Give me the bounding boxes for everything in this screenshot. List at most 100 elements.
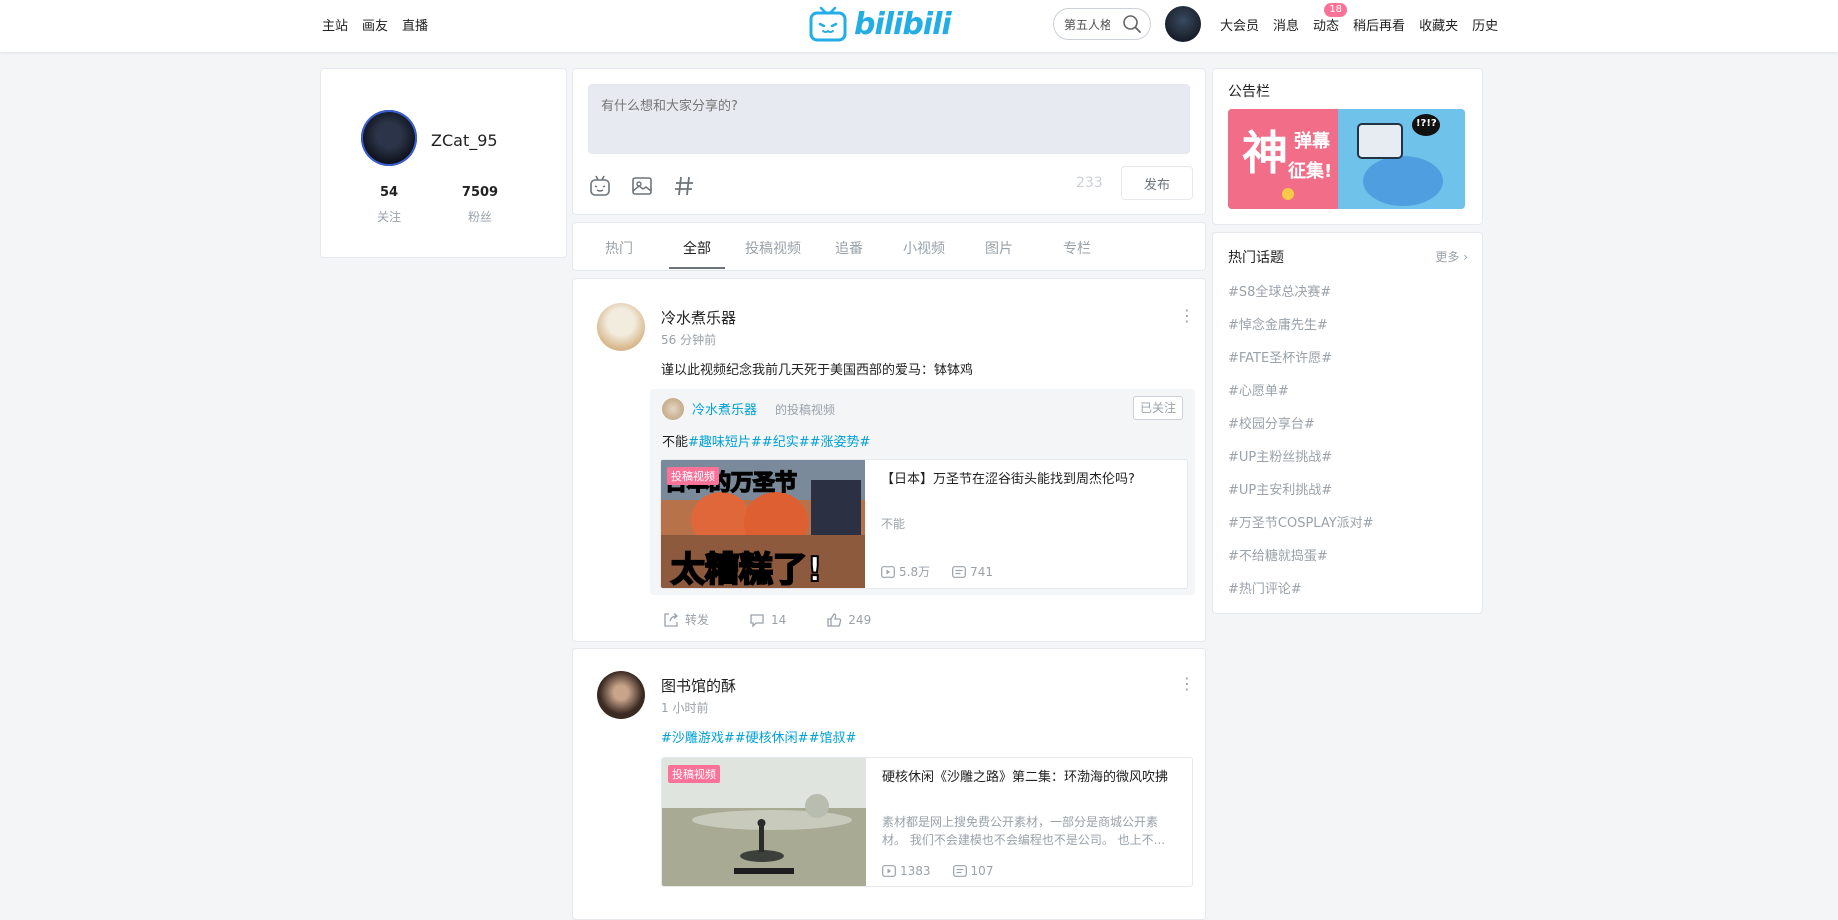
nav-drawing-link[interactable]: 画友 xyxy=(362,15,388,34)
top-nav-bar: 主站 画友 直播 bilibili 大会员 消息 动态 18 稍后再看 收藏夹 历… xyxy=(0,0,1838,52)
tab-all[interactable]: 全部 xyxy=(683,238,711,258)
tab-bangumi[interactable]: 追番 xyxy=(835,238,863,258)
video-title[interactable]: 硬核休闲《沙雕之路》第二集：环渤海的微风吹拂 xyxy=(882,768,1172,788)
logo-wordmark: bilibili xyxy=(854,6,952,42)
hot-topics-more-link[interactable]: 更多 › xyxy=(1435,248,1468,265)
play-count-icon xyxy=(882,865,896,877)
video-description: 不能 xyxy=(881,517,906,531)
like-button[interactable]: 249 xyxy=(826,611,871,628)
repost-tags[interactable]: #趣味短片##纪实##涨姿势# xyxy=(688,435,870,450)
post-author-name[interactable]: 冷水煮乐器 xyxy=(661,307,736,328)
profile-avatar[interactable] xyxy=(361,110,417,166)
follow-status-button[interactable]: 已关注 xyxy=(1132,396,1183,420)
messages-link[interactable]: 消息 xyxy=(1273,15,1299,34)
video-danmaku: 107 xyxy=(952,864,994,878)
post-tags[interactable]: #沙雕游戏##硬核休闲##馆叔# xyxy=(661,727,856,746)
video-card[interactable]: 日本的万圣节 太糟糕了! 投稿视频 【日本】万圣节在涩谷街头能找到周杰伦吗? 不… xyxy=(660,459,1188,589)
thumb-caption-bottom-3: 了! xyxy=(772,549,823,588)
followers-label: 粉丝 xyxy=(467,210,492,224)
repost-author-avatar[interactable] xyxy=(662,398,684,420)
tab-articles[interactable]: 专栏 xyxy=(1063,238,1091,258)
video-thumbnail[interactable]: 投稿视频 xyxy=(662,758,866,886)
topic-hashtag-icon[interactable] xyxy=(672,174,696,198)
banner-big-char: 神 xyxy=(1242,126,1288,180)
video-thumbnail[interactable]: 日本的万圣节 太糟糕了! 投稿视频 xyxy=(661,460,865,588)
topic-item[interactable]: #S8全球总决赛# xyxy=(1228,281,1331,300)
comment-icon xyxy=(750,613,764,628)
comment-button[interactable]: 14 xyxy=(749,611,786,628)
dynamics-label: 动态 xyxy=(1313,19,1340,34)
thumb-caption-bottom-1: 太 xyxy=(670,549,706,588)
topic-item[interactable]: #万圣节COSPLAY派对# xyxy=(1228,512,1374,531)
topic-item[interactable]: #FATE圣杯许愿# xyxy=(1228,347,1332,366)
search-input[interactable] xyxy=(1062,16,1112,32)
danmaku-icon xyxy=(952,865,967,877)
repost-author-name[interactable]: 冷水煮乐器 xyxy=(692,399,757,418)
topic-item[interactable]: #校园分享台# xyxy=(1228,413,1315,432)
search-box[interactable] xyxy=(1053,8,1151,40)
following-stat[interactable]: 54 关注 xyxy=(359,185,419,225)
user-nav: 大会员 消息 动态 18 稍后再看 收藏夹 历史 xyxy=(1220,3,1498,34)
comment-count: 14 xyxy=(771,612,787,627)
thumb-caption-bottom: 太糟糕了! xyxy=(670,542,824,588)
banner-bubble-text: !?!? xyxy=(1416,118,1437,129)
watch-later-link[interactable]: 稍后再看 xyxy=(1353,15,1405,34)
topic-item[interactable]: #心愿单# xyxy=(1228,380,1289,399)
history-link[interactable]: 历史 xyxy=(1472,15,1498,34)
video-danmaku-count: 107 xyxy=(970,864,994,878)
search-icon[interactable] xyxy=(1122,14,1142,34)
tab-images[interactable]: 图片 xyxy=(985,238,1013,258)
topic-item[interactable]: #UP主粉丝挑战# xyxy=(1228,446,1332,465)
notice-banner[interactable]: 神 弹幕 征集! !?!? xyxy=(1228,109,1465,209)
followers-stat[interactable]: 7509 粉丝 xyxy=(450,185,510,225)
thumbs-up-icon xyxy=(827,612,842,627)
repost-card[interactable]: 冷水煮乐器 的投稿视频 已关注 不能#趣味短片##纪实##涨姿势# 日本的万圣节… xyxy=(650,389,1195,595)
post-author-avatar[interactable] xyxy=(597,671,645,719)
banner-line-1: 弹幕 xyxy=(1294,131,1330,152)
repost-type-label: 的投稿视频 xyxy=(775,403,836,417)
tab-videos[interactable]: 投稿视频 xyxy=(745,238,801,258)
hot-topics-panel: 热门话题 更多 › #S8全球总决赛# #悼念金庸先生# #FATE圣杯许愿# … xyxy=(1212,232,1483,614)
post-more-icon[interactable]: ⋮ xyxy=(1179,676,1195,692)
topic-item[interactable]: #悼念金庸先生# xyxy=(1228,314,1328,333)
post-composer: 233 发布 xyxy=(572,68,1206,215)
chevron-right-icon: › xyxy=(1459,250,1468,264)
nav-live-link[interactable]: 直播 xyxy=(402,15,428,34)
composer-tools xyxy=(588,174,696,198)
video-card[interactable]: 投稿视频 硬核休闲《沙雕之路》第二集：环渤海的微风吹拂 素材都是网上搜免费公开素… xyxy=(661,757,1193,887)
tab-hot[interactable]: 热门 xyxy=(605,238,633,258)
user-avatar[interactable] xyxy=(1165,6,1201,42)
share-label: 转发 xyxy=(685,613,710,627)
video-stats: 1383 107 xyxy=(882,864,993,878)
emoji-icon[interactable] xyxy=(588,174,612,198)
post-actions: 转发 14 249 xyxy=(663,611,871,628)
image-icon[interactable] xyxy=(630,174,654,198)
share-button[interactable]: 转发 xyxy=(663,611,709,628)
vip-link[interactable]: 大会员 xyxy=(1220,15,1259,34)
repost-text-prefix: 不能 xyxy=(662,435,689,450)
composer-textarea[interactable] xyxy=(588,84,1190,154)
video-plays-count: 5.8万 xyxy=(899,565,931,579)
post-author-avatar[interactable] xyxy=(597,303,645,351)
bilibili-logo[interactable]: bilibili xyxy=(808,4,952,44)
topic-item[interactable]: #不给糖就捣蛋# xyxy=(1228,545,1328,564)
video-plays: 5.8万 xyxy=(881,563,930,580)
tv-logo-icon xyxy=(809,6,847,42)
profile-username[interactable]: ZCat_95 xyxy=(431,131,498,150)
video-plays: 1383 xyxy=(882,864,931,878)
profile-card: ZCat_95 54 关注 7509 粉丝 xyxy=(320,68,567,258)
tab-short-videos[interactable]: 小视频 xyxy=(903,238,945,258)
main-nav: 主站 画友 直播 xyxy=(322,15,428,34)
favorites-link[interactable]: 收藏夹 xyxy=(1419,15,1458,34)
publish-button[interactable]: 发布 xyxy=(1121,166,1193,200)
video-title[interactable]: 【日本】万圣节在涩谷街头能找到周杰伦吗? xyxy=(881,470,1171,490)
topic-item[interactable]: #热门评论# xyxy=(1228,578,1302,597)
nav-home-link[interactable]: 主站 xyxy=(322,15,348,34)
topic-item[interactable]: #UP主安利挑战# xyxy=(1228,479,1332,498)
post-more-icon[interactable]: ⋮ xyxy=(1179,308,1195,324)
post-author-name[interactable]: 图书馆的酥 xyxy=(661,675,736,696)
video-description: 素材都是网上搜免费公开素材，一部分是商城公开素材。 我们不会建模也不会编程也不是… xyxy=(882,815,1166,847)
like-count: 249 xyxy=(848,612,872,627)
notice-board: 公告栏 神 弹幕 征集! !?!? xyxy=(1212,68,1483,225)
dynamics-link[interactable]: 动态 18 xyxy=(1313,3,1348,34)
